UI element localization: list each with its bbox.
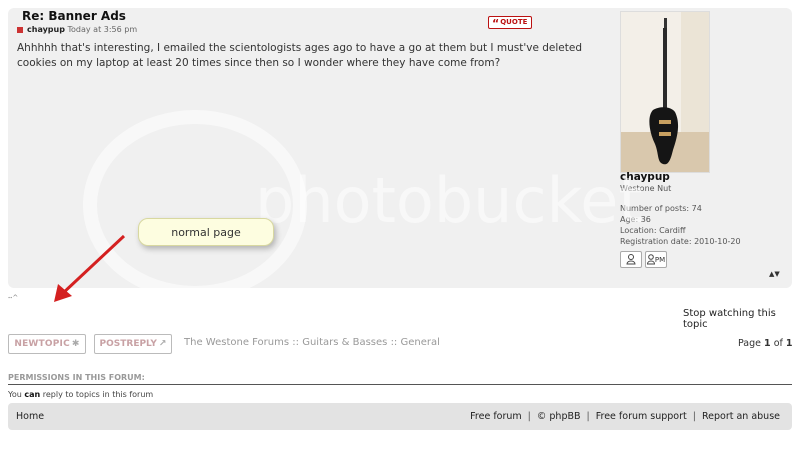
permissions-title: PERMISSIONS IN THIS FORUM: (8, 373, 145, 382)
permissions-divider (8, 384, 792, 385)
footer-abuse-link[interactable]: Report an abuse (702, 411, 780, 422)
quote-button[interactable]: “QUOTE (488, 16, 533, 30)
perm-before: You (8, 390, 22, 399)
perm-bold: can (24, 390, 41, 399)
breadcrumb-subforum[interactable]: General (401, 337, 440, 348)
page-prefix: Page (738, 338, 761, 349)
profile-posts: Number of posts: 74 (620, 204, 702, 213)
user-icon (626, 254, 636, 265)
page-total: 1 (785, 338, 793, 349)
pm-button[interactable]: PM (645, 251, 667, 268)
post-reply-label: POSTREPLY (99, 339, 157, 349)
post-body: Ahhhhh that's interesting, I emailed the… (17, 42, 582, 69)
edit-icon: ↗ (158, 339, 167, 349)
footer-copyright: © (536, 411, 547, 422)
profile-age: Age: 36 (620, 215, 651, 224)
profile-stats: Number of posts: 74 Age: 36 Location: Ca… (620, 203, 741, 247)
annotation-note: normal page (138, 218, 274, 246)
footer-bar: Home Free forum | © phpBB | Free forum suppo… (8, 403, 792, 430)
footer-links: Free forum | © phpBB | Free forum support | Re… (470, 411, 780, 422)
new-topic-label: NEWTOPIC (14, 339, 70, 349)
profile-registered: Registration date: 2010-10-20 (620, 237, 741, 246)
stop-watching-link[interactable]: Stop watching this topic (683, 308, 800, 330)
post-author[interactable]: chaypup (27, 25, 65, 34)
user-pm-icon (646, 254, 655, 265)
profile-rank: Westone Nut (620, 184, 672, 193)
page-of: of (773, 338, 783, 349)
breadcrumb: The Westone Forums :: Guitars & Basses :… (184, 337, 440, 348)
post-title[interactable]: Re: Banner Ads (22, 9, 126, 23)
quote-label: QUOTE (500, 18, 528, 26)
pagination: Page 1 of 1 (738, 338, 793, 349)
star-icon: ✱ (71, 339, 80, 349)
scroll-top-bottom-icon[interactable]: ▲▼ (769, 270, 780, 278)
profile-button[interactable] (620, 251, 642, 268)
footer-sep: | (527, 411, 531, 422)
quote-icon: “ (492, 17, 500, 30)
footer-sep: | (586, 411, 590, 422)
footer-support-link[interactable]: Free forum support (596, 411, 687, 422)
footer-free-forum-link[interactable]: Free forum (470, 411, 522, 422)
avatar[interactable] (620, 11, 710, 173)
red-arrow-icon (54, 234, 126, 302)
profile-location: Location: Cardiff (620, 226, 686, 235)
page-current: 1 (764, 338, 771, 349)
post-time: Today at 3:56 pm (67, 25, 138, 34)
breadcrumb-forums[interactable]: The Westone Forums (184, 337, 289, 348)
breadcrumb-category[interactable]: Guitars & Basses (302, 337, 387, 348)
post-meta: chaypup Today at 3:56 pm (17, 25, 137, 34)
post-icon (17, 26, 23, 33)
permissions-text: You can reply to topics in this forum (8, 390, 153, 399)
breadcrumb-sep: :: (292, 337, 300, 348)
perm-after: reply to topics in this forum (42, 390, 154, 399)
profile-name[interactable]: chaypup (620, 171, 670, 183)
post-reply-button[interactable]: POSTREPLY ↗ (94, 334, 172, 354)
breadcrumb-sep: :: (390, 337, 398, 348)
bass-guitar-icon (621, 12, 709, 172)
footer-sep: | (692, 411, 696, 422)
sort-icon[interactable]: ꞏꞏ^ (8, 294, 18, 303)
new-topic-button[interactable]: NEWTOPIC ✱ (8, 334, 86, 354)
pm-label: PM (654, 255, 666, 264)
footer-home-link[interactable]: Home (16, 411, 44, 422)
footer-phpbb-link[interactable]: phpBB (549, 411, 580, 422)
